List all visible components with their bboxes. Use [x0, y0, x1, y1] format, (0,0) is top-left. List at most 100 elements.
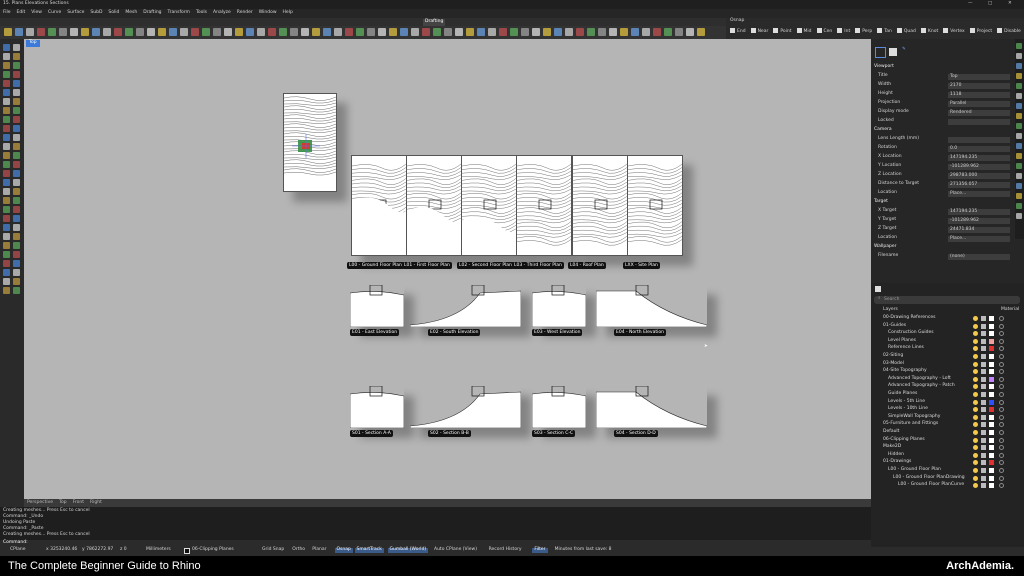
toolbar-tool-icon[interactable]: [279, 28, 287, 36]
menu-window[interactable]: Window: [259, 10, 277, 16]
lock-icon[interactable]: [981, 452, 986, 458]
layer-color-swatch[interactable]: [989, 422, 994, 428]
menu-analyze[interactable]: Analyze: [213, 10, 231, 16]
toolbar-tool-icon[interactable]: [136, 28, 144, 36]
material-icon[interactable]: [999, 414, 1004, 420]
toolbar-tool-icon[interactable]: [532, 28, 540, 36]
menu-transform[interactable]: Transform: [168, 10, 190, 16]
property-value[interactable]: [948, 137, 1010, 143]
layer-row[interactable]: Advanced Topography - Patch: [875, 383, 1021, 390]
left-tool-icon[interactable]: [13, 170, 20, 177]
left-tool-icon[interactable]: [13, 125, 20, 132]
layer-row[interactable]: 03-Model: [875, 361, 1021, 368]
toolbar-tool-icon[interactable]: [356, 28, 364, 36]
status-toggle[interactable]: Filter: [532, 547, 548, 553]
layer-color-swatch[interactable]: [989, 414, 994, 420]
layer-color-swatch[interactable]: [989, 316, 994, 321]
left-tool-icon[interactable]: [13, 278, 20, 285]
viewport-tab-perspective[interactable]: Perspective: [27, 500, 53, 506]
minimize-button[interactable]: —: [968, 1, 973, 7]
left-tool-icon[interactable]: [13, 233, 20, 240]
left-tool-icon[interactable]: [3, 116, 10, 123]
osnap-quad[interactable]: Quad: [896, 28, 916, 35]
viewport-title-tab[interactable]: Top: [26, 40, 40, 47]
property-value[interactable]: 0.0: [948, 146, 1010, 152]
layer-color-swatch[interactable]: [989, 323, 994, 329]
left-tool-icon[interactable]: [3, 134, 10, 141]
osnap-knot[interactable]: Knot: [920, 28, 938, 35]
property-value[interactable]: (none): [948, 254, 1010, 260]
material-icon[interactable]: [999, 354, 1004, 359]
material-icon[interactable]: [999, 407, 1004, 413]
left-tool-icon[interactable]: [3, 197, 10, 204]
lightbulb-icon[interactable]: [973, 422, 978, 428]
layer-row[interactable]: L00 - Ground Floor PlanDrawing: [875, 475, 1021, 482]
lightbulb-icon[interactable]: [973, 354, 978, 359]
panel-icon[interactable]: [1016, 103, 1022, 109]
material-icon[interactable]: [999, 331, 1004, 337]
toolbar-tool-icon[interactable]: [59, 28, 67, 36]
lightbulb-icon[interactable]: [973, 346, 978, 352]
panel-icon[interactable]: [1016, 93, 1022, 99]
lock-icon[interactable]: [981, 384, 986, 390]
layer-row[interactable]: 01-Drawings: [875, 459, 1021, 466]
lightbulb-icon[interactable]: [973, 361, 978, 367]
layer-row[interactable]: 05-Furniture and Fittings: [875, 421, 1021, 428]
status-toggle[interactable]: Record History: [489, 547, 522, 553]
toolbar-tool-icon[interactable]: [576, 28, 584, 36]
toolbar-tool-icon[interactable]: [169, 28, 177, 36]
left-tool-icon[interactable]: [3, 278, 10, 285]
left-tool-icon[interactable]: [13, 179, 20, 186]
viewport-tab-top[interactable]: Top: [59, 500, 67, 506]
layer-color-swatch[interactable]: [989, 483, 994, 489]
toolbar-tool-icon[interactable]: [158, 28, 166, 36]
left-tool-icon[interactable]: [3, 233, 10, 240]
toolbar-tool-icon[interactable]: [400, 28, 408, 36]
property-value[interactable]: Place...: [948, 236, 1010, 242]
lock-icon[interactable]: [981, 468, 986, 473]
osnap-checkbox[interactable]: [837, 28, 843, 33]
toolbar-tool-icon[interactable]: [103, 28, 111, 36]
left-tool-icon[interactable]: [13, 107, 20, 114]
section-sheet[interactable]: [409, 385, 522, 429]
lightbulb-icon[interactable]: [973, 445, 978, 451]
lightbulb-icon[interactable]: [973, 399, 978, 405]
osnap-checkbox[interactable]: [877, 28, 883, 33]
osnap-near[interactable]: Near: [750, 28, 768, 35]
plan-sheet[interactable]: [406, 155, 462, 256]
left-tool-icon[interactable]: [3, 215, 10, 222]
left-tool-icon[interactable]: [13, 71, 20, 78]
lightbulb-icon[interactable]: [973, 316, 978, 321]
lock-icon[interactable]: [981, 338, 986, 344]
menu-file[interactable]: File: [3, 10, 11, 16]
left-tool-icon[interactable]: [3, 53, 10, 60]
left-tool-icon[interactable]: [3, 188, 10, 195]
plan-sheet[interactable]: [351, 155, 407, 256]
property-value[interactable]: 2170: [948, 83, 1010, 89]
panel-icon[interactable]: [1016, 113, 1022, 119]
toolbar-tool-icon[interactable]: [334, 28, 342, 36]
osnap-tan[interactable]: Tan: [877, 28, 892, 35]
layer-color-swatch[interactable]: [989, 338, 994, 344]
osnap-disable[interactable]: Disable: [997, 28, 1021, 35]
lightbulb-icon[interactable]: [973, 323, 978, 329]
layer-row[interactable]: Advanced Topography - Loft: [875, 376, 1021, 383]
material-icon[interactable]: [999, 338, 1004, 344]
toolbar-tool-icon[interactable]: [521, 28, 529, 36]
left-tool-icon[interactable]: [3, 287, 10, 294]
left-tool-icon[interactable]: [3, 107, 10, 114]
toolbar-tool-icon[interactable]: [422, 28, 430, 36]
osnap-perp[interactable]: Perp: [855, 28, 872, 35]
toolbar-tool-icon[interactable]: [653, 28, 661, 36]
toolbar-tool-icon[interactable]: [81, 28, 89, 36]
layer-color-swatch[interactable]: [989, 392, 994, 397]
osnap-checkbox[interactable]: [816, 28, 822, 33]
left-tool-icon[interactable]: [13, 188, 20, 195]
layer-color-swatch[interactable]: [989, 354, 994, 359]
left-tool-icon[interactable]: [13, 260, 20, 267]
layer-row[interactable]: Levels - 5th Line: [875, 399, 1021, 406]
osnap-checkbox[interactable]: [796, 28, 802, 33]
menu-view[interactable]: View: [31, 10, 42, 16]
layer-row[interactable]: 00-Drawing References: [875, 315, 1021, 322]
plan-sheet[interactable]: [516, 155, 572, 256]
